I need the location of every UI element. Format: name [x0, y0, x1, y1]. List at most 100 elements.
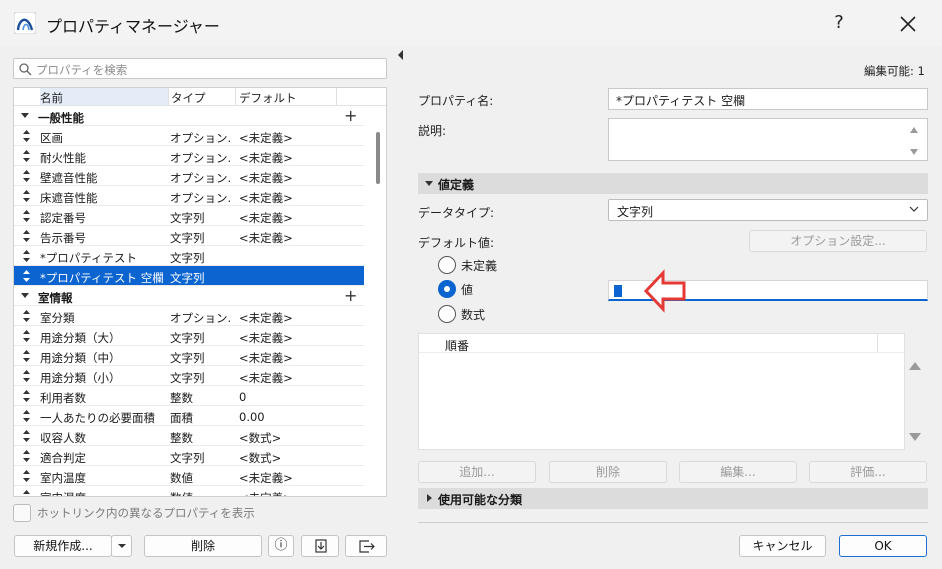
property-name: 一人あたりの必要面積	[40, 411, 155, 425]
description-field[interactable]	[608, 118, 928, 161]
scrollbar-thumb[interactable]	[376, 132, 380, 184]
property-type: 文字列	[170, 351, 205, 365]
drag-handle-icon[interactable]	[23, 490, 30, 497]
property-search-input[interactable]: プロパティを検索	[13, 58, 387, 79]
property-default: <未定義>	[239, 131, 293, 145]
radio-formula[interactable]	[438, 305, 456, 323]
ok-button[interactable]: OK	[839, 535, 927, 557]
property-row[interactable]: 室分類 オプション... <未定義>	[14, 306, 364, 326]
drag-handle-icon[interactable]	[23, 210, 30, 222]
property-default: <未定義>	[239, 331, 293, 345]
property-name-field[interactable]: *プロパティテスト 空欄	[608, 88, 928, 110]
data-type-select[interactable]: 文字列	[608, 199, 928, 221]
property-row[interactable]: 一人あたりの必要面積 面積 0.00	[14, 406, 364, 426]
property-row[interactable]: 室内湿度 数値 <未定義>	[14, 486, 364, 497]
evaluate-button[interactable]: 評価...	[809, 461, 927, 483]
add-property-icon[interactable]: +	[344, 286, 357, 305]
property-type: 整数	[170, 391, 193, 405]
drag-handle-icon[interactable]	[23, 390, 30, 402]
property-row[interactable]: 用途分類（大） 文字列 <未定義>	[14, 326, 364, 346]
property-name: 利用者数	[40, 391, 86, 405]
drag-handle-icon[interactable]	[23, 270, 30, 282]
property-row[interactable]: 告示番号 文字列 <未定義>	[14, 226, 364, 246]
radio-undefined[interactable]	[438, 256, 456, 274]
drag-handle-icon[interactable]	[23, 410, 30, 422]
property-default: <未定義>	[239, 171, 293, 185]
list-scrollbar[interactable]	[371, 108, 385, 496]
group-header[interactable]: 一般性能 +	[14, 106, 364, 126]
property-row[interactable]: 用途分類（中） 文字列 <未定義>	[14, 346, 364, 366]
scroll-up-icon[interactable]	[910, 127, 918, 133]
property-row[interactable]: 収容人数 整数 <数式>	[14, 426, 364, 446]
value-definition-section[interactable]: 値定義	[418, 173, 928, 194]
property-row[interactable]: 認定番号 文字列 <未定義>	[14, 206, 364, 226]
drag-handle-icon[interactable]	[23, 310, 30, 322]
property-row[interactable]: 壁遮音性能 オプション... <未定義>	[14, 166, 364, 186]
drag-handle-icon[interactable]	[23, 330, 30, 342]
column-header-type[interactable]: タイプ	[171, 90, 206, 106]
property-type: オプション...	[170, 171, 232, 185]
column-header-name[interactable]: 名前	[40, 88, 168, 105]
collapse-arrow-icon[interactable]	[21, 293, 29, 298]
property-row[interactable]: 適合判定 文字列 <数式>	[14, 446, 364, 466]
delete-property-button[interactable]: 削除	[144, 535, 262, 557]
drag-handle-icon[interactable]	[23, 250, 30, 262]
scroll-up-icon[interactable]	[909, 362, 921, 370]
help-button[interactable]: ?	[826, 10, 852, 36]
drag-handle-icon[interactable]	[23, 370, 30, 382]
property-type: オプション...	[170, 311, 232, 325]
property-row[interactable]: 床遮音性能 オプション... <未定義>	[14, 186, 364, 206]
drag-handle-icon[interactable]	[23, 190, 30, 202]
description-label: 説明:	[418, 124, 447, 138]
close-icon[interactable]	[894, 10, 922, 38]
radio-value[interactable]	[438, 280, 456, 298]
property-row[interactable]: *プロパティテスト 文字列	[14, 246, 364, 266]
property-row[interactable]: 用途分類（小） 文字列 <未定義>	[14, 366, 364, 386]
add-property-icon[interactable]: +	[344, 106, 357, 125]
add-button[interactable]: 追加...	[418, 461, 536, 483]
expand-arrow-icon	[425, 181, 433, 186]
order-list[interactable]: 順番	[418, 333, 906, 450]
property-default: <未定義>	[239, 151, 293, 165]
drag-handle-icon[interactable]	[23, 430, 30, 442]
scroll-down-icon[interactable]	[909, 433, 921, 441]
hotlink-checkbox[interactable]	[13, 504, 31, 522]
column-header-default[interactable]: デフォルト	[239, 90, 297, 106]
property-row[interactable]: 耐火性能 オプション... <未定義>	[14, 146, 364, 166]
property-type: 数値	[170, 490, 232, 496]
property-type: 整数	[170, 431, 193, 445]
property-row[interactable]: *プロパティテスト 空欄 文字列	[14, 266, 364, 286]
property-default: <未定義>	[239, 471, 293, 485]
export-button[interactable]	[345, 535, 387, 557]
group-header[interactable]: 室情報 +	[14, 286, 364, 306]
property-name: 用途分類（小）	[40, 371, 121, 385]
import-button[interactable]	[301, 535, 339, 557]
drag-handle-icon[interactable]	[23, 230, 30, 242]
property-row[interactable]: 室内温度 数値 <未定義>	[14, 466, 364, 486]
property-row[interactable]: 区画 オプション... <未定義>	[14, 126, 364, 146]
cancel-button[interactable]: キャンセル	[739, 535, 826, 557]
option-settings-button[interactable]: オプション設定...	[749, 230, 927, 252]
drag-handle-icon[interactable]	[23, 170, 30, 182]
info-button[interactable]: ⓘ	[268, 535, 294, 557]
drag-handle-icon[interactable]	[23, 150, 30, 162]
collapse-left-icon[interactable]	[398, 50, 403, 60]
property-list[interactable]: 名前 タイプ デフォルト 一般性能 + 区画 オプション... <未定義> 耐火性能 オプシ…	[13, 87, 387, 497]
drag-handle-icon[interactable]	[23, 350, 30, 362]
new-button[interactable]: 新規作成...	[14, 535, 112, 557]
drag-handle-icon[interactable]	[23, 130, 30, 142]
property-name: 壁遮音性能	[40, 171, 98, 185]
property-name: 耐火性能	[40, 151, 86, 165]
property-row[interactable]: 利用者数 整数 0	[14, 386, 364, 406]
delete-value-button[interactable]: 削除	[549, 461, 667, 483]
edit-button[interactable]: 編集...	[679, 461, 797, 483]
new-dropdown-button[interactable]	[111, 535, 132, 557]
pane-splitter[interactable]	[398, 46, 404, 569]
scroll-down-icon[interactable]	[910, 149, 918, 155]
classification-section[interactable]: 使用可能な分類	[418, 488, 928, 509]
collapse-arrow-icon[interactable]	[21, 113, 29, 118]
property-type: 文字列	[170, 451, 205, 465]
drag-handle-icon[interactable]	[23, 470, 30, 482]
red-arrow-annotation-icon	[643, 269, 686, 313]
drag-handle-icon[interactable]	[23, 450, 30, 462]
